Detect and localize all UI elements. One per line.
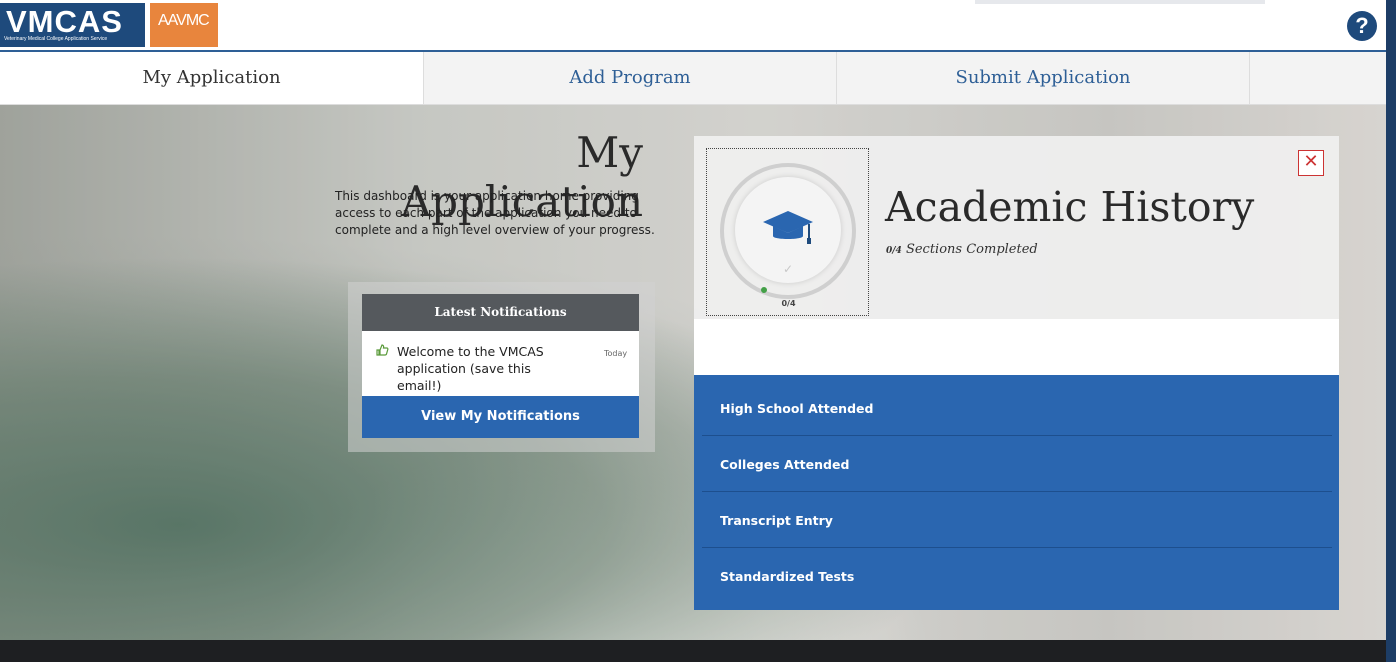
background-floor (0, 640, 1386, 662)
academic-history-title: Academic History (885, 183, 1255, 231)
top-strip (975, 0, 1265, 4)
help-icon[interactable]: ? (1347, 11, 1377, 41)
main-tabs: My Application Add Program Submit Applic… (0, 52, 1386, 105)
page-description: This dashboard is your application home … (335, 189, 655, 237)
notification-item[interactable]: Welcome to the VMCAS application (save t… (362, 331, 639, 396)
thumbs-up-icon (375, 343, 389, 361)
close-button[interactable]: ✕ (1298, 150, 1324, 176)
notification-message: Welcome to the VMCAS application (save t… (397, 344, 544, 393)
tab-add-program[interactable]: Add Program (424, 52, 837, 104)
graduation-cap-icon (761, 207, 815, 251)
progress-indicator-dot (761, 287, 767, 293)
progress-count: 0/4 (781, 299, 796, 308)
tab-my-application[interactable]: My Application (0, 52, 424, 104)
academic-sections-list: High School Attended Colleges Attended T… (694, 375, 1339, 610)
notification-date: Today (604, 349, 628, 358)
notifications-heading: Latest Notifications (362, 294, 639, 331)
vmcas-logo-text: VMCAS (6, 4, 123, 39)
right-edge-bar (1386, 0, 1396, 662)
academic-history-subtitle: 0/4 Sections Completed (886, 242, 1038, 257)
aavmc-logo[interactable]: AAVMC (150, 3, 218, 47)
academic-history-spacer (694, 319, 1339, 375)
section-standardized-tests[interactable]: Standardized Tests (702, 549, 1332, 604)
progress-ring[interactable]: ✓ 0/4 (706, 148, 869, 316)
check-icon: ✓ (783, 262, 794, 276)
view-notifications-button[interactable]: View My Notifications (362, 396, 639, 438)
section-transcript-entry[interactable]: Transcript Entry (702, 493, 1332, 548)
aavmc-logo-text: AAVMC (158, 12, 210, 29)
vmcas-logo[interactable]: VMCAS Veterinary Medical College Applica… (0, 3, 145, 47)
section-high-school-attended[interactable]: High School Attended (702, 381, 1332, 436)
vmcas-logo-subtext: Veterinary Medical College Application S… (4, 36, 108, 42)
tab-empty (1250, 52, 1386, 104)
sections-completed-label: Sections Completed (905, 242, 1038, 257)
section-colleges-attended[interactable]: Colleges Attended (702, 437, 1332, 492)
sections-count: 0/4 (886, 246, 902, 256)
tab-submit-application[interactable]: Submit Application (837, 52, 1250, 104)
site-header: VMCAS Veterinary Medical College Applica… (0, 0, 1386, 52)
